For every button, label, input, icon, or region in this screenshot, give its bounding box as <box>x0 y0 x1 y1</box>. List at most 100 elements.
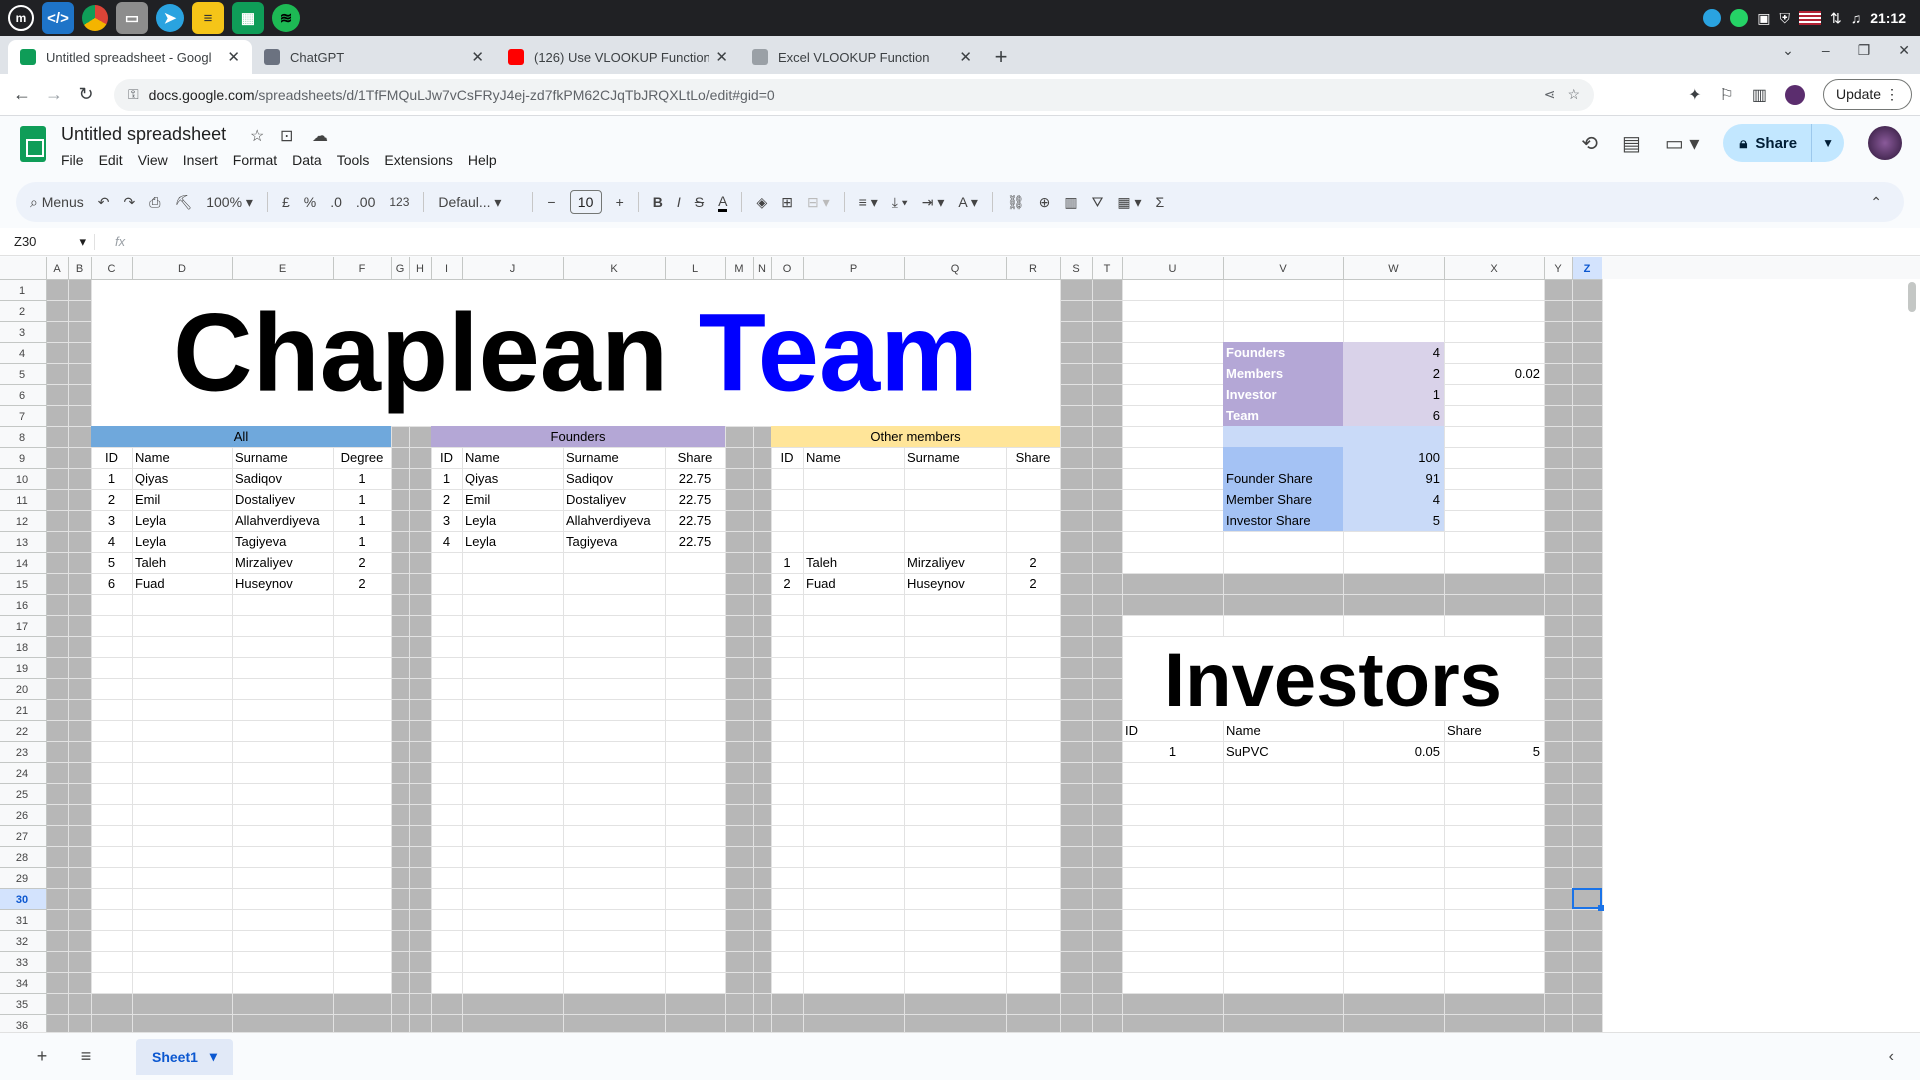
cell[interactable]: ID <box>105 450 118 465</box>
browser-tab[interactable]: (126) Use VLOOKUP Function ✕ <box>496 40 740 74</box>
cell[interactable]: 2 <box>1029 576 1036 591</box>
cell[interactable]: 2 <box>1029 555 1036 570</box>
cell[interactable]: 5 <box>1433 513 1440 528</box>
whatsapp-tray-icon[interactable] <box>1730 9 1749 27</box>
url-field[interactable]: ⚿ docs.google.com/spreadsheets/d/1TfFMQu… <box>114 78 1594 111</box>
cell[interactable]: Dostaliyev <box>566 492 626 507</box>
cell[interactable]: Name <box>465 450 500 465</box>
cell[interactable]: Leyla <box>465 534 497 549</box>
row-header[interactable]: 20 <box>16 684 28 696</box>
menu-format[interactable]: Format <box>233 152 277 168</box>
column-header[interactable]: G <box>396 263 405 275</box>
row-header[interactable]: 17 <box>16 621 28 633</box>
close-tab-icon[interactable]: ✕ <box>959 48 972 66</box>
column-header[interactable]: K <box>610 263 618 275</box>
row-header[interactable]: 4 <box>19 348 25 360</box>
cell[interactable]: 91 <box>1426 471 1440 486</box>
cell[interactable]: Allahverdiyeva <box>566 513 651 528</box>
cell[interactable]: 0.02 <box>1515 366 1540 381</box>
forward-icon[interactable]: → <box>38 84 70 105</box>
shield-icon[interactable]: ⛨ <box>1779 10 1790 27</box>
cell[interactable]: 5 <box>1533 744 1540 759</box>
cell[interactable]: Name <box>806 450 841 465</box>
cell[interactable]: Investor <box>1226 387 1277 402</box>
cell[interactable]: Sadiqov <box>566 471 613 486</box>
column-header[interactable]: B <box>76 263 83 275</box>
cell[interactable]: ID <box>440 450 453 465</box>
row-header[interactable]: 26 <box>16 810 28 822</box>
row-header[interactable]: 10 <box>16 474 28 486</box>
undo-icon[interactable]: ↶ <box>98 194 110 211</box>
cell[interactable]: 1 <box>358 492 365 507</box>
column-header[interactable]: V <box>1279 263 1287 275</box>
column-header[interactable]: E <box>279 263 286 275</box>
account-avatar[interactable] <box>1868 126 1902 160</box>
column-header[interactable]: N <box>758 263 766 275</box>
cell[interactable]: Leyla <box>135 534 167 549</box>
font-size-decrease-icon[interactable]: − <box>547 194 555 210</box>
column-header[interactable]: F <box>359 263 366 275</box>
cell[interactable]: SuPVC <box>1226 744 1269 759</box>
music-icon[interactable]: ♫ <box>1851 10 1862 26</box>
cell[interactable]: 0.05 <box>1415 744 1440 759</box>
row-header[interactable]: 19 <box>16 663 28 675</box>
cell[interactable]: Leyla <box>135 513 167 528</box>
menu-insert[interactable]: Insert <box>183 152 218 168</box>
cell[interactable]: Fuad <box>135 576 165 591</box>
functions-icon[interactable]: Σ <box>1156 194 1165 210</box>
cell[interactable]: Fuad <box>806 576 836 591</box>
cell[interactable]: 3 <box>443 513 450 528</box>
insert-chart-icon[interactable]: ▥ <box>1064 194 1077 211</box>
fill-color-icon[interactable]: ◈ <box>756 194 767 211</box>
text-rotation-icon[interactable]: A ▾ <box>958 194 977 211</box>
menu-file[interactable]: File <box>61 152 84 168</box>
vscode-icon[interactable]: </> <box>42 2 74 34</box>
cell[interactable]: 2 <box>108 492 115 507</box>
column-header[interactable]: A <box>53 263 61 275</box>
lm-menu-icon[interactable]: m <box>8 5 34 31</box>
row-header[interactable]: 29 <box>16 873 28 885</box>
add-sheet-icon[interactable]: + <box>22 1046 62 1067</box>
menu-help[interactable]: Help <box>468 152 497 168</box>
column-header[interactable]: P <box>850 263 857 275</box>
cell[interactable]: 2 <box>443 492 450 507</box>
cell[interactable]: Share <box>1016 450 1051 465</box>
cell[interactable]: ID <box>781 450 794 465</box>
cell[interactable]: Tagiyeva <box>235 534 287 549</box>
sheet-tab[interactable]: Sheet1 ▾ <box>136 1038 233 1075</box>
extensions-icon[interactable]: ✦ <box>1688 85 1701 105</box>
cell[interactable]: Share <box>1447 723 1482 738</box>
horizontal-align-icon[interactable]: ≡ ▾ <box>859 194 878 211</box>
row-header[interactable]: 28 <box>16 852 28 864</box>
row-header[interactable]: 30 <box>16 894 28 906</box>
cell[interactable]: 22.75 <box>679 534 712 549</box>
browser-tab[interactable]: Excel VLOOKUP Function ✕ <box>740 40 984 74</box>
cell[interactable]: Member Share <box>1226 492 1312 507</box>
cell[interactable]: Share <box>678 450 713 465</box>
cell[interactable]: 22.75 <box>679 471 712 486</box>
row-header[interactable]: 9 <box>19 453 25 465</box>
notes-icon[interactable]: ≡ <box>192 2 224 34</box>
cell[interactable]: 1 <box>108 471 115 486</box>
files-icon[interactable]: ▭ <box>116 2 148 34</box>
update-button[interactable]: Update ⋮ <box>1822 79 1912 110</box>
meet-icon[interactable]: ▭ ▾ <box>1665 131 1700 156</box>
row-header[interactable]: 12 <box>16 516 28 528</box>
cell[interactable]: 22.75 <box>679 513 712 528</box>
cell[interactable]: Emil <box>135 492 160 507</box>
cell[interactable]: Degree <box>341 450 384 465</box>
column-header[interactable]: C <box>108 263 116 275</box>
cell[interactable]: Tagiyeva <box>566 534 618 549</box>
merge-cells-icon[interactable]: ⊟ ▾ <box>807 194 830 211</box>
menu-extensions[interactable]: Extensions <box>384 152 452 168</box>
cell[interactable]: 5 <box>108 555 115 570</box>
cell[interactable]: 4 <box>108 534 115 549</box>
row-header[interactable]: 7 <box>19 411 25 423</box>
cell[interactable]: 1 <box>1169 744 1176 759</box>
name-box-dropdown-icon[interactable]: ▾ <box>79 234 86 250</box>
cell[interactable]: 4 <box>1433 345 1440 360</box>
column-header[interactable]: Q <box>951 263 960 275</box>
zoom-select[interactable]: 100% ▾ <box>206 194 253 211</box>
close-tab-icon[interactable]: ✕ <box>227 48 240 66</box>
row-header[interactable]: 1 <box>19 285 25 297</box>
